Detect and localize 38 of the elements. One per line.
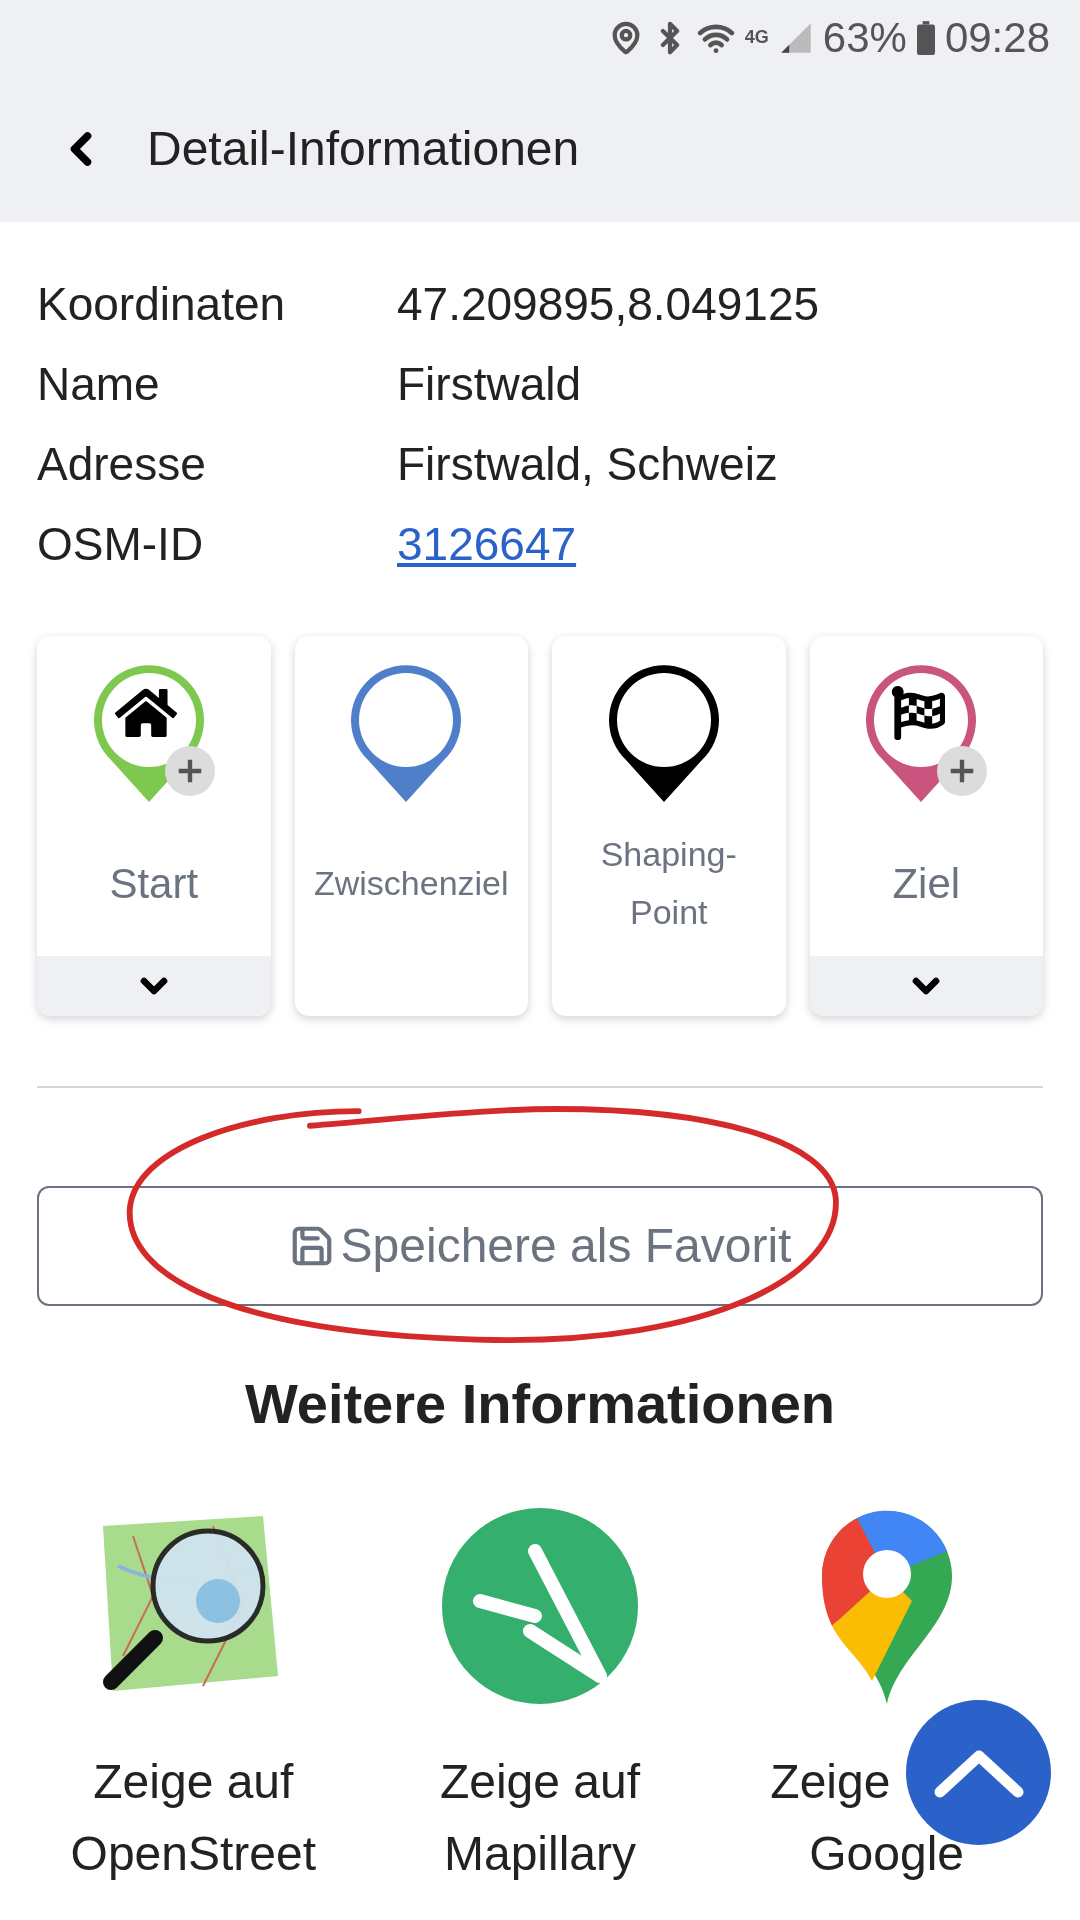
battery-percentage: 63% [822,13,907,63]
external-map-link[interactable]: Zeige auf OpenStreet [20,1506,367,1890]
osm-id-link[interactable]: 3126647 [397,512,577,576]
page-title: Detail-Informationen [147,120,580,177]
waypoint-card[interactable]: Zwischenziel [294,636,528,1016]
detail-value: Firstwald, Schweiz [397,437,779,492]
detail-value: 47.209895,8.049125 [397,277,821,332]
detail-label: Koordinaten [37,277,287,332]
checkered-flag-icon [891,686,946,740]
clock: 09:28 [944,13,1050,63]
detail-label: Name [37,357,161,412]
link-label: Google [809,1827,965,1880]
waypoint-label: Ziel [892,858,961,909]
waypoint-card[interactable]: Ziel [809,636,1043,1016]
link-label: OpenStreet [70,1827,317,1880]
plus-badge-icon [937,746,988,796]
battery-icon [916,20,935,55]
dropdown-toggle[interactable] [809,956,1043,1016]
detail-label: OSM-ID [37,517,205,572]
link-label: Mapillary [443,1827,636,1880]
detail-label: Adresse [37,437,207,492]
link-label: Zeige auf [439,1755,641,1808]
detail-value: Firstwald [397,357,583,412]
external-map-link[interactable]: Zeige Google [713,1506,1060,1890]
network-type: 4G [744,26,769,49]
external-map-link[interactable]: Zeige auf Mapillary [366,1506,714,1890]
waypoint-label: Start [109,858,199,909]
save-favorite-button[interactable]: Speichere als Favorit [37,1186,1043,1306]
waypoint-label: Shaping- Point [600,834,737,933]
waypoint-label: Zwischenziel [313,863,509,904]
plus-badge-icon [164,746,215,796]
waypoint-card[interactable]: Start [37,636,271,1016]
waypoint-card[interactable]: Shaping- Point [552,636,786,1016]
signal-icon [778,20,813,55]
section-heading: Weitere Informationen [243,1371,837,1437]
dropdown-toggle[interactable] [37,956,271,1016]
link-label: Zeige auf [93,1755,294,1808]
link-label: Zeige [770,1755,891,1808]
